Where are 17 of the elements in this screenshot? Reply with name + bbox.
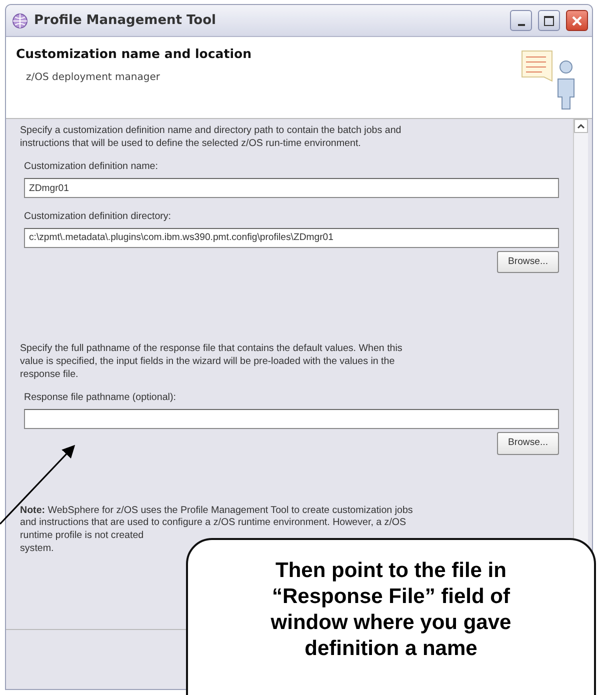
instruction-text: Note: WebSphere for z/OS uses the Profile Management Tool to create customization jobs and instructions that are used to configure a z/OS runtime environment. However, a z/OS runtime profile is not created system. [20, 504, 414, 556]
field-label: Customization definition directory: [24, 210, 172, 224]
browse-button[interactable]: Browse... [497, 250, 559, 274]
instruction-text: Specify a customization definition name and directory path to contain the batch jobs and instructions that will be used to define the selected z/OS run-time environment. [20, 125, 402, 150]
page-subtitle: z/OS deployment manager [26, 70, 161, 85]
text-field[interactable]: ZDmgr01 [24, 178, 559, 198]
browse-button[interactable]: Browse... [497, 432, 559, 455]
page-title: Customization name and location [16, 45, 252, 63]
callout-text: window where you gave [270, 610, 512, 636]
window-title: Profile Management Tool [34, 12, 217, 30]
instruction-text: Specify the full pathname of the response file that contains the default values. When this value is specified, the input fields in the wizard will be pre-loaded with the values in the response file. [20, 343, 404, 382]
callout-text: “Response File” field of [270, 584, 512, 610]
field-label: Response file pathname (optional): [24, 391, 177, 406]
field-label: Customization definition name: [24, 160, 159, 174]
callout-text: definition a name [304, 636, 478, 662]
text-field[interactable]: c:\zpmt\.metadata\.plugins\com.ibm.ws390.pmt.config\profiles\ZDmgr01 [24, 228, 559, 248]
callout-text: Then point to the file in [274, 558, 508, 584]
